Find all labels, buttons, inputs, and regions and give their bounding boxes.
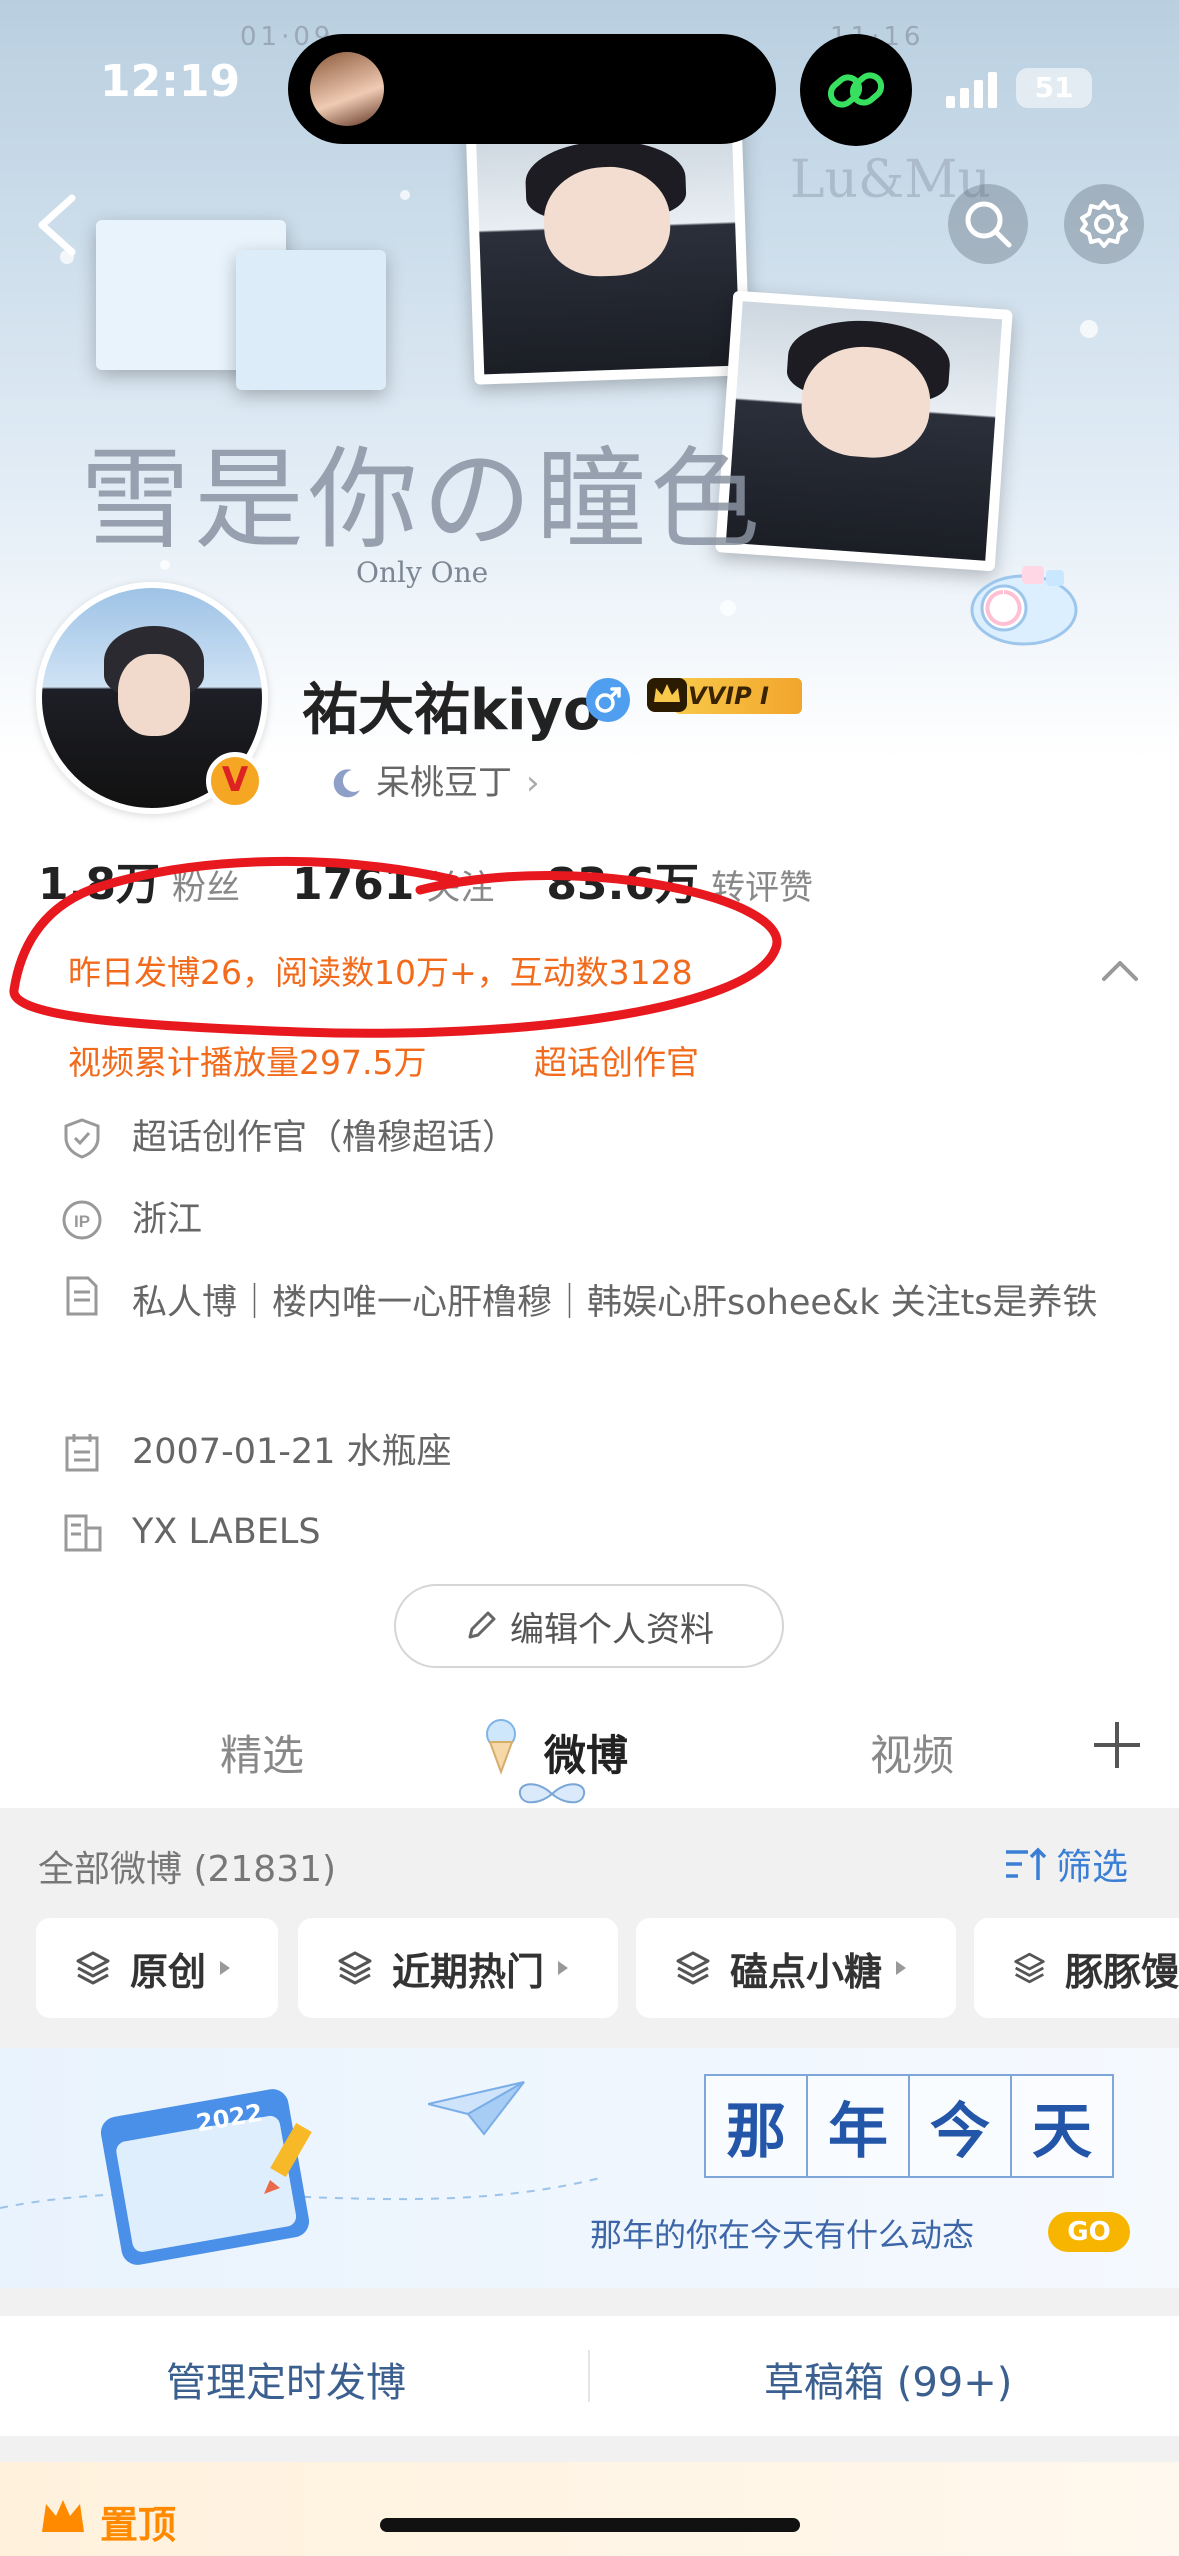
banner-title: 雪是你の瞳色 [80, 436, 764, 564]
edit-profile-label: 编辑个人资料 [510, 1609, 714, 1650]
island-avatar [310, 52, 384, 126]
fan-tag[interactable]: 呆桃豆丁 › [306, 752, 566, 814]
gear-icon [1080, 200, 1128, 248]
shield-icon [64, 1118, 100, 1159]
settings-button[interactable] [1064, 184, 1144, 264]
info-ip-text: 浙江 [132, 1200, 203, 1240]
banner-subtitle: Only One [356, 556, 489, 589]
red-annotation-scribble [9, 856, 782, 1038]
status-time: 12:19 [100, 56, 241, 107]
pinned-label: 置顶 [100, 2503, 177, 2547]
chip-sweet[interactable]: 磕点小糖 [636, 1918, 956, 2018]
ip-location-icon: IP [62, 1200, 102, 1240]
icecream-tab-icon [486, 1719, 516, 1775]
add-tab-icon[interactable] [1090, 1718, 1144, 1772]
vvip-badge[interactable]: VVIP I [644, 672, 808, 718]
cake-roll-icon [970, 566, 1078, 646]
layers-icon [1014, 1952, 1045, 1984]
calendar-icon [65, 1434, 99, 1472]
chip-label: 原创 [130, 1949, 207, 1994]
layers-icon [338, 1951, 372, 1985]
layers-icon [676, 1951, 710, 1985]
section-gap [0, 2288, 1179, 2316]
search-icon [965, 201, 1012, 248]
crown-icon [42, 2500, 84, 2532]
tab-videos[interactable]: 视频 [870, 1722, 954, 1783]
document-icon [66, 1276, 98, 1316]
layers-icon [76, 1951, 110, 1985]
search-button[interactable] [948, 184, 1028, 264]
pinned-post-header[interactable] [0, 2462, 1179, 2556]
banner-stamp-2 [236, 250, 386, 390]
verified-v-badge: V [206, 752, 264, 810]
chip-label: 磕点小糖 [730, 1949, 883, 1994]
filter-button[interactable]: 筛选 [1004, 1838, 1128, 1890]
bow-decoration-icon [518, 1783, 586, 1804]
filter-label: 筛选 [1056, 1847, 1129, 1888]
info-bio-row: 私人博｜楼内唯一心肝橹穆｜韩娱心肝sohee&k 关注ts是养铁 [60, 1270, 1152, 1336]
pencil-icon [468, 1611, 496, 1639]
banner-photo-left [465, 115, 751, 385]
divider [588, 2350, 590, 2402]
crown-icon [647, 678, 687, 712]
chip-label: 近期热门 [392, 1949, 545, 1994]
male-icon [586, 678, 630, 722]
section-gap [0, 2436, 1179, 2462]
title-char: 今 [908, 2074, 1012, 2178]
link-activity-icon [800, 34, 912, 146]
go-button[interactable]: GO [1048, 2212, 1130, 2252]
paper-plane-icon [428, 2081, 525, 2136]
title-char: 天 [1010, 2074, 1114, 2178]
info-company-row: YX LABELS [60, 1506, 1132, 1558]
edit-profile-button[interactable]: 编辑个人资料 [394, 1584, 784, 1668]
signal-icon [946, 72, 997, 108]
moon-icon [333, 769, 360, 798]
info-badge-row: 超话创作官（橹穆超话） [60, 1112, 1132, 1164]
info-ip-row: IP 浙江 [60, 1194, 1132, 1246]
on-this-day-subtitle: 那年的你在今天有什么动态 [590, 2216, 975, 2254]
drafts-button[interactable]: 草稿箱 (99+) [764, 2350, 1012, 2408]
info-company-text: YX LABELS [132, 1512, 321, 1552]
tab-weibo[interactable]: 微博 [544, 1722, 628, 1783]
back-icon[interactable] [28, 190, 88, 260]
all-weibo-count: 全部微博 (21831) [38, 1849, 337, 1890]
dynamic-island [288, 34, 776, 144]
on-this-day-title: 那 年 今 天 [704, 2074, 1114, 2178]
chip-recent-hot[interactable]: 近期热门 [298, 1918, 618, 2018]
home-indicator[interactable] [380, 2518, 800, 2532]
chevron-right-icon: › [526, 763, 540, 803]
svg-text:IP: IP [74, 1212, 90, 1231]
chip-more[interactable]: 豚豚馒 [974, 1918, 1179, 2018]
building-icon [64, 1514, 102, 1552]
sort-filter-icon [1006, 1847, 1047, 1880]
info-bio-text: 私人博｜楼内唯一心肝橹穆｜韩娱心肝sohee&k 关注ts是养铁 [132, 1283, 1098, 1323]
info-birthday-text: 2007-01-21 水瓶座 [132, 1432, 452, 1472]
profile-tabs: 精选 微博 视频 [0, 1700, 1179, 1808]
info-badge-text: 超话创作官（橹穆超话） [132, 1118, 518, 1158]
chip-label: 豚豚馒 [1064, 1949, 1179, 1994]
scheduled-posts-button[interactable]: 管理定时发博 [166, 2350, 406, 2408]
pencil-illustration-icon [264, 2122, 312, 2194]
nickname: 祐大祐kiyo [302, 678, 602, 743]
vvip-label: VVIP I [674, 678, 802, 714]
battery-indicator: 51 [1016, 68, 1092, 108]
fan-tag-label: 呆桃豆丁 [376, 763, 512, 803]
chevron-up-icon[interactable] [1100, 955, 1140, 985]
info-birthday-row: 2007-01-21 水瓶座 [60, 1426, 1132, 1478]
title-char: 年 [806, 2074, 910, 2178]
title-char: 那 [704, 2074, 808, 2178]
tab-featured[interactable]: 精选 [220, 1722, 304, 1783]
chip-original[interactable]: 原创 [36, 1918, 278, 2018]
